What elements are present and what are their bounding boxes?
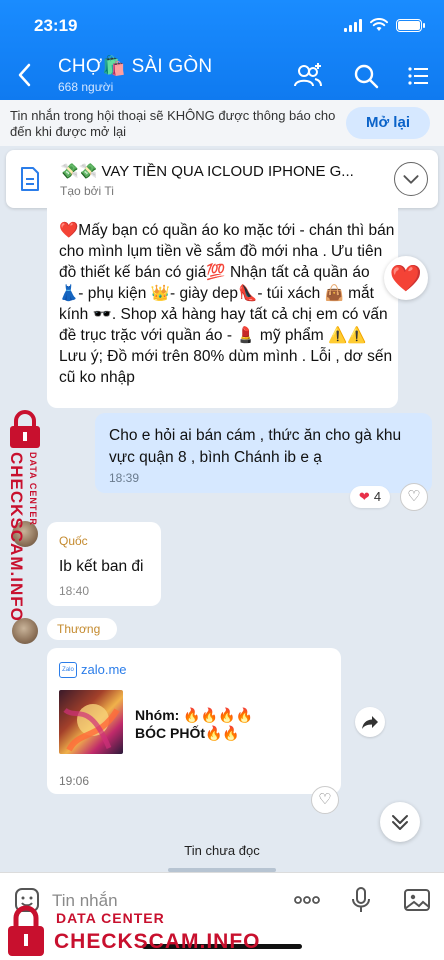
link-title-line1: Nhóm: 🔥🔥🔥🔥 [135, 707, 253, 723]
sender-name: Thương [47, 618, 117, 640]
sender-name: Quốc [59, 534, 88, 548]
watermark-big-text: CHECKSCAM.INFO [54, 930, 261, 953]
link-preview-bubble[interactable]: Zalo zalo.me Nhóm: 🔥🔥🔥🔥 BÓC PHỐt🔥🔥 19:06 [47, 648, 341, 794]
reopen-button[interactable]: Mở lại [346, 107, 430, 139]
message-bubble-received[interactable]: Quốc Ib kết ban đi 18:40 [47, 522, 161, 606]
back-arrow-icon[interactable] [14, 62, 36, 88]
link-title: Nhóm: 🔥🔥🔥🔥 BÓC PHỐt🔥🔥 [135, 706, 253, 742]
battery-icon [396, 18, 425, 32]
member-count: 668 người [58, 80, 114, 94]
pinned-creator: Tạo bởi Ti [60, 184, 114, 198]
message-text: Ib kết ban đi [59, 558, 144, 575]
watermark-bottom: DATA CENTER CHECKSCAM.INFO [0, 900, 300, 960]
add-member-icon[interactable] [292, 60, 324, 92]
watermark-side: DATA CENTER CHECKSCAM.INFO [2, 406, 48, 626]
status-bar: 23:19 [0, 14, 444, 38]
message-text: Cho e hỏi ai bán cám , thức ăn cho gà kh… [109, 427, 402, 466]
like-heart-button[interactable]: ♡ [311, 786, 339, 814]
microphone-icon[interactable] [346, 885, 376, 915]
image-gallery-icon[interactable] [402, 885, 432, 915]
link-host[interactable]: zalo.me [81, 662, 127, 677]
message-time: 19:06 [59, 774, 90, 788]
link-title-line2: BÓC PHỐt🔥🔥 [135, 725, 240, 741]
reaction-count: 4 [373, 489, 382, 504]
group-title[interactable]: CHỢ🛍️ SÀI GÒN [58, 54, 212, 78]
wifi-icon [370, 18, 388, 31]
signal-icon [344, 18, 362, 32]
heart-icon: ❤ [358, 489, 370, 504]
pinned-title: 💸💸 VAY TIỀN QUA ICLOUD IPHONE G... [60, 163, 354, 180]
thumbnail-art [63, 704, 120, 752]
lock-icon [10, 410, 40, 448]
watermark-big-text: CHECKSCAM.INFO [7, 452, 26, 622]
message-bubble-received[interactable]: ❤️Mấy bạn có quần áo ko mặc tới - chán t… [47, 208, 398, 408]
link-thumbnail[interactable] [59, 690, 123, 754]
lock-icon [8, 905, 44, 956]
heart-reaction-icon[interactable]: ❤️ [384, 256, 428, 300]
forward-share-icon[interactable] [355, 707, 385, 737]
pinned-note[interactable]: 💸💸 VAY TIỀN QUA ICLOUD IPHONE G... Tạo b… [6, 150, 438, 208]
message-text: ❤️Mấy bạn có quần áo ko mặc tới - chán t… [59, 222, 395, 386]
search-icon[interactable] [350, 60, 382, 92]
document-icon [21, 167, 39, 191]
like-heart-button[interactable]: ♡ [400, 483, 428, 511]
zalo-logo-icon: Zalo [59, 662, 77, 678]
status-time: 23:19 [34, 16, 78, 35]
unread-label: Tin chưa đọc [184, 843, 260, 858]
chat-header: 23:19 CHỢ🛍️ SÀI GÒN 668 người [0, 0, 444, 100]
message-bubble-sent[interactable]: Cho e hỏi ai bán cám , thức ăn cho gà kh… [95, 413, 432, 493]
mute-notice-bar: Tin nhắn trong hội thoại sẽ KHÔNG được t… [0, 100, 444, 146]
watermark-small-text: DATA CENTER [28, 452, 38, 526]
reaction-count-badge[interactable]: ❤ 4 [350, 486, 390, 508]
chevron-down-icon[interactable] [394, 162, 428, 196]
mute-notice-text: Tin nhắn trong hội thoại sẽ KHÔNG được t… [10, 108, 336, 139]
message-time: 18:40 [59, 584, 90, 598]
menu-list-icon[interactable] [402, 60, 434, 92]
scroll-down-icon[interactable] [380, 802, 420, 842]
watermark-small-text: DATA CENTER [56, 910, 165, 926]
status-icons [344, 18, 425, 32]
message-time: 18:39 [109, 471, 140, 485]
